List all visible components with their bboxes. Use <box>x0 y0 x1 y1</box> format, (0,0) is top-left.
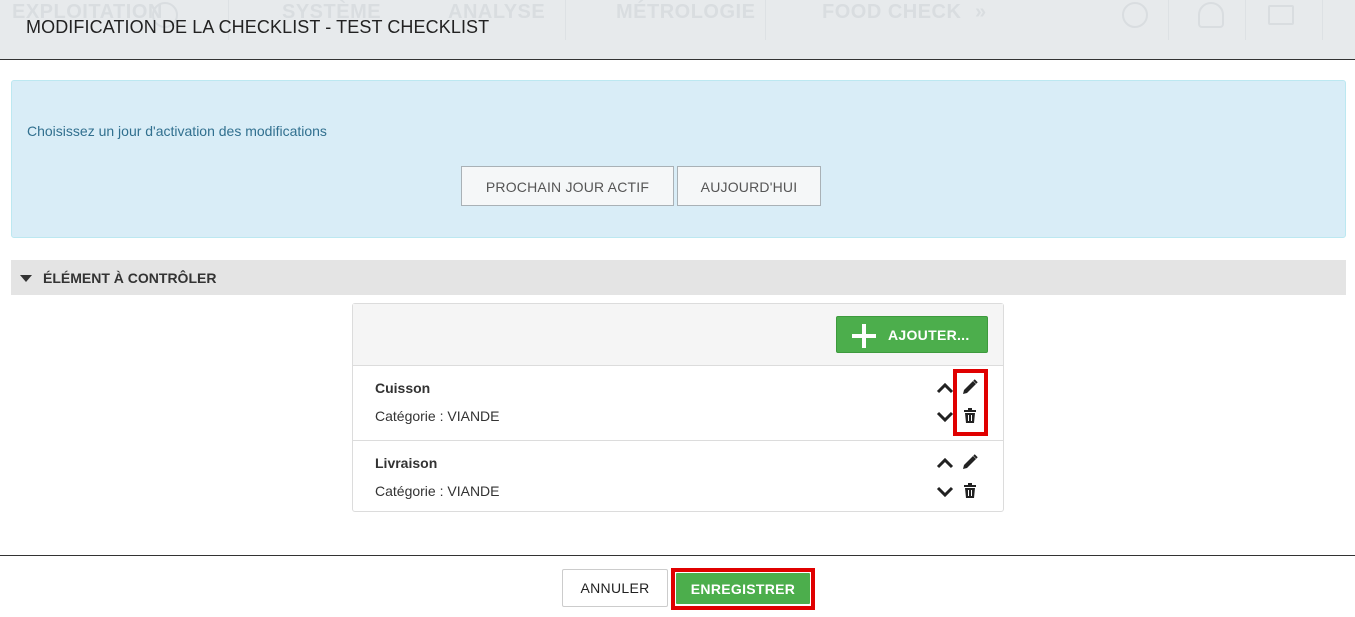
pencil-icon[interactable] <box>961 453 979 471</box>
footer-divider <box>0 555 1355 556</box>
today-button[interactable]: AUJOURD'HUI <box>677 166 821 206</box>
elements-panel: AJOUTER... Cuisson Catégorie : VIANDE Li… <box>352 303 1004 512</box>
list-item: Cuisson Catégorie : VIANDE <box>353 366 1003 441</box>
chevron-down-icon[interactable] <box>936 407 954 425</box>
item-name: Cuisson <box>375 380 431 396</box>
chevron-down-icon[interactable] <box>936 482 954 500</box>
modal-title: MODIFICATION DE LA CHECKLIST - TEST CHEC… <box>26 17 490 37</box>
section-title: ÉLÉMENT À CONTRÔLER <box>43 270 217 286</box>
activation-day-alert: Choisissez un jour d'activation des modi… <box>11 80 1346 238</box>
item-name: Livraison <box>375 455 438 471</box>
save-button[interactable]: ENREGISTRER <box>676 573 810 604</box>
add-element-button[interactable]: AJOUTER... <box>836 316 988 353</box>
cancel-button[interactable]: ANNULER <box>562 569 668 607</box>
chevron-up-icon[interactable] <box>936 455 954 473</box>
plus-icon <box>852 324 876 348</box>
list-item: Livraison Catégorie : VIANDE <box>353 441 1003 515</box>
next-active-day-button[interactable]: PROCHAIN JOUR ACTIF <box>461 166 674 206</box>
panel-toolbar: AJOUTER... <box>353 304 1003 366</box>
item-category: Catégorie : VIANDE <box>375 483 500 499</box>
chevron-up-icon[interactable] <box>936 380 954 398</box>
item-category: Catégorie : VIANDE <box>375 408 500 424</box>
section-header-elements[interactable]: ÉLÉMENT À CONTRÔLER <box>11 260 1346 295</box>
modal-header: MODIFICATION DE LA CHECKLIST - TEST CHEC… <box>0 0 1355 60</box>
add-button-label: AJOUTER... <box>888 327 970 343</box>
trash-icon[interactable] <box>961 482 979 500</box>
caret-down-icon <box>20 275 32 282</box>
trash-icon[interactable] <box>961 407 979 425</box>
activation-message: Choisissez un jour d'activation des modi… <box>27 123 327 139</box>
pencil-icon[interactable] <box>961 378 979 396</box>
